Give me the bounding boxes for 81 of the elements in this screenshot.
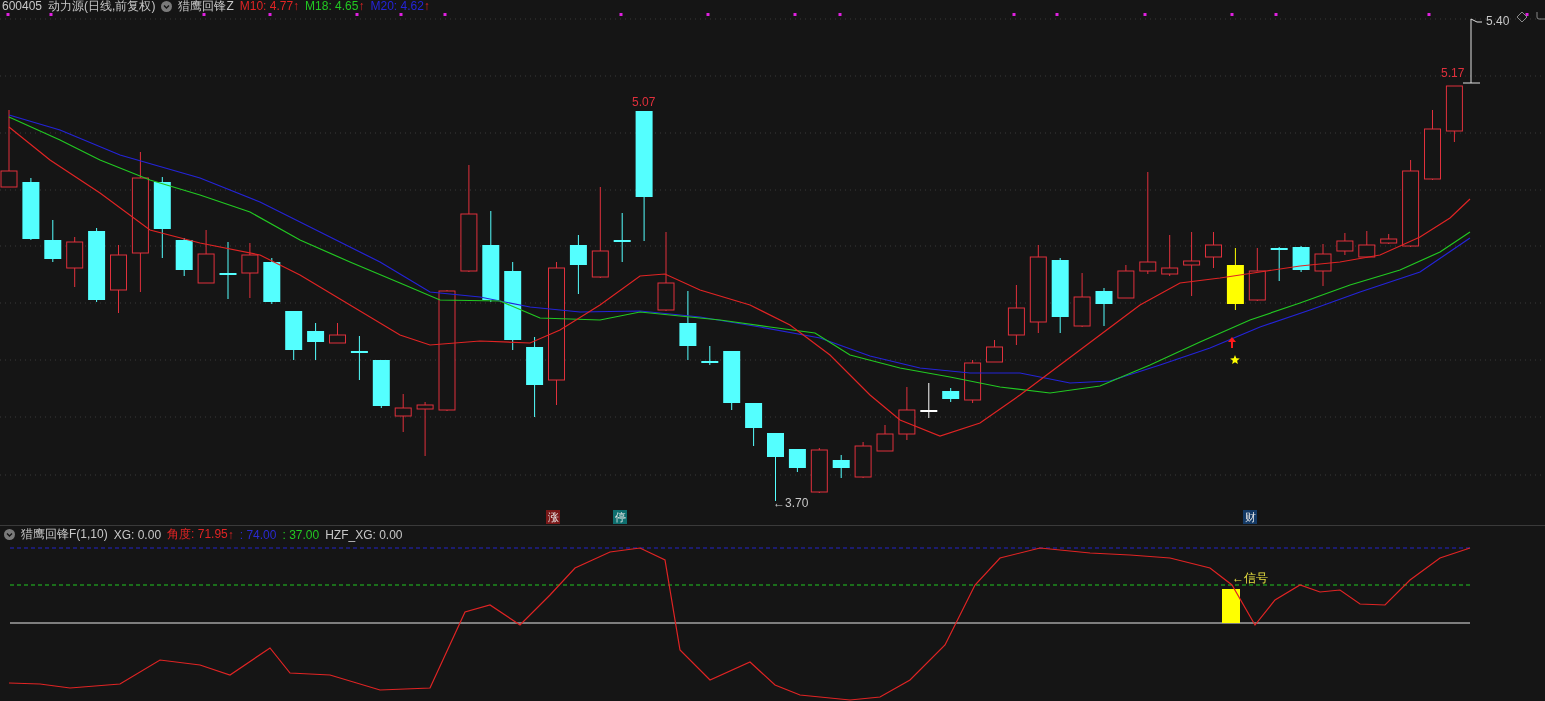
event-tag[interactable]: 财 — [1243, 510, 1257, 524]
candlestick — [723, 350, 741, 411]
indicator-value: 角度: 71.95 — [167, 526, 228, 543]
chevron-circle-icon[interactable] — [161, 0, 173, 12]
candlestick — [898, 386, 916, 441]
candlestick — [613, 212, 631, 263]
candlestick — [1183, 231, 1201, 297]
arrow-up-icon — [1228, 337, 1236, 348]
candlestick — [1007, 284, 1025, 346]
candlestick — [1161, 234, 1179, 277]
diamond-icon[interactable] — [1516, 12, 1528, 23]
price-label: 5.40 — [1486, 14, 1510, 28]
price-label: ←3.70 — [773, 496, 809, 510]
price-label: 5.07 — [632, 95, 656, 109]
candlestick — [986, 339, 1003, 363]
candlestick — [876, 424, 894, 452]
candlestick — [854, 441, 872, 479]
candlestick — [66, 236, 84, 288]
stock-name: 动力源(日线,前复权) — [48, 0, 156, 12]
candlestick — [329, 322, 346, 344]
candlestick — [1117, 264, 1135, 299]
candlestick — [350, 335, 368, 381]
indicator-value: : 37.00 — [282, 527, 320, 542]
indicator-name: 猎鹰回锋Z — [178, 0, 234, 12]
signal-bar — [1222, 589, 1240, 623]
up-arrow: ↑ — [293, 0, 300, 12]
indicator-name: 猎鹰回锋F(1,10) — [21, 526, 108, 543]
tab-edge-icon[interactable] — [1536, 12, 1545, 20]
candlestick — [1314, 243, 1332, 287]
candlestick — [1292, 245, 1310, 273]
candlestick — [1248, 247, 1266, 302]
candlestick — [44, 219, 62, 263]
up-arrow: ↑ — [423, 0, 430, 12]
indicator-value: XG: 0.00 — [113, 527, 162, 542]
candlestick — [1424, 109, 1441, 181]
candlestick — [285, 310, 303, 361]
indicator-value: HZF_XG: 0.00 — [325, 527, 403, 542]
leader-line — [1462, 18, 1483, 84]
candlestick — [394, 393, 412, 433]
candlestick — [942, 387, 960, 403]
up-arrow: ↑ — [358, 0, 365, 12]
candlestick — [416, 401, 434, 457]
event-tag[interactable]: 涨 — [546, 510, 560, 524]
candlestick — [679, 290, 697, 361]
average-value: M10: 4.77 — [239, 0, 294, 12]
candlestick — [241, 242, 259, 299]
candlestick — [701, 345, 719, 366]
candlestick — [263, 257, 281, 305]
candlestick — [569, 234, 587, 295]
candlestick — [1336, 232, 1354, 256]
candlestick — [372, 359, 390, 409]
chevron-circle-icon[interactable] — [4, 529, 15, 540]
candlestick — [920, 382, 938, 419]
candlestick — [1095, 287, 1113, 327]
candlestick — [197, 229, 215, 284]
candlestick — [219, 241, 237, 300]
candlestick — [1358, 230, 1376, 259]
candlestick — [175, 237, 193, 277]
candlestick — [1445, 85, 1463, 143]
average-value: M18: 4.65 — [305, 0, 359, 12]
stock-code: 600405 — [2, 0, 43, 12]
average-value: M20: 4.62 — [370, 0, 424, 12]
candlestick — [1226, 247, 1244, 311]
event-tag[interactable]: 停 — [613, 510, 627, 524]
candlestick — [110, 244, 127, 314]
candlestick — [810, 447, 828, 494]
indicator-value: : 74.00 — [239, 527, 277, 542]
up-arrow: ↑ — [227, 527, 234, 542]
signal-label: ←信号 — [1232, 571, 1268, 585]
candlestick — [1380, 233, 1398, 245]
candlestick — [788, 448, 806, 473]
price-label: 5.17 — [1441, 66, 1465, 80]
candlestick — [964, 359, 982, 404]
candlestick — [307, 322, 325, 361]
candlestick — [1270, 246, 1288, 282]
star-icon — [1230, 355, 1240, 364]
candlestick — [832, 454, 850, 479]
candlestick — [1073, 272, 1091, 328]
candlestick — [22, 177, 40, 241]
candlestick — [745, 402, 763, 447]
candlestick — [1205, 231, 1222, 269]
